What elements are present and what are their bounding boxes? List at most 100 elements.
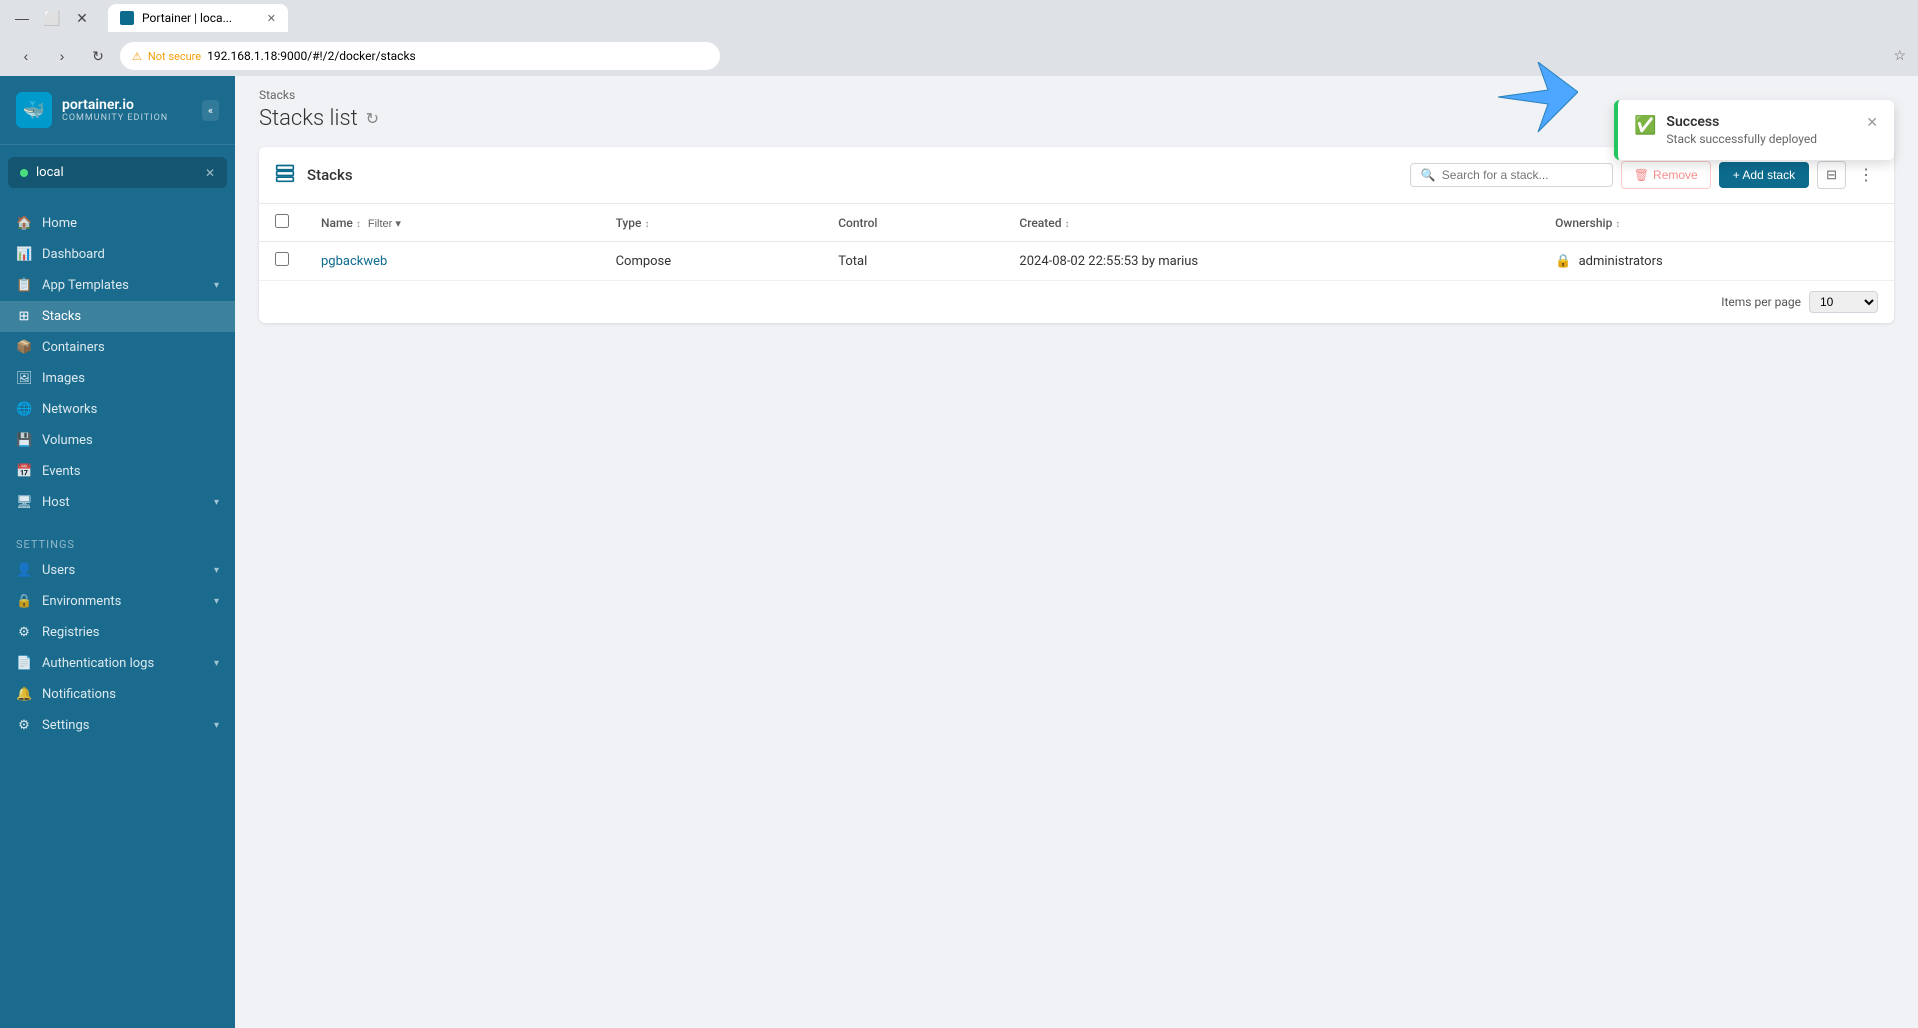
- sidebar-item-auth-logs[interactable]: 📄 Authentication logs ▾: [0, 648, 235, 679]
- col-ownership: Ownership ↕: [1539, 204, 1894, 242]
- sidebar-env-section: local ✕: [0, 145, 235, 200]
- sidebar-item-auth-logs-label: Authentication logs: [42, 656, 154, 671]
- table-row: pgbackweb Compose Total 2024-08-02 22:55…: [259, 242, 1894, 281]
- tab-title: Portainer | loca...: [142, 11, 232, 25]
- row-name-cell: pgbackweb: [305, 242, 600, 281]
- sidebar-item-containers[interactable]: 📦 Containers: [0, 332, 235, 363]
- card-actions: 🔍 🗑 Remove + Add stack ⊟: [1410, 161, 1878, 189]
- networks-icon: 🌐: [16, 402, 32, 417]
- col-type-label: Type: [616, 216, 642, 230]
- items-per-page-select[interactable]: 10 25 50 100: [1809, 291, 1878, 313]
- success-toast: ✅ Success Stack successfully deployed ✕: [1614, 100, 1894, 160]
- sidebar-collapse-btn[interactable]: «: [202, 100, 219, 121]
- app-layout: 🐳 portainer.io COMMUNITY EDITION « local…: [0, 76, 1918, 1028]
- env-name: local: [36, 165, 64, 180]
- items-per-page-label: Items per page: [1721, 295, 1801, 309]
- env-status-dot: [20, 169, 28, 177]
- name-sort-icon[interactable]: ↕: [356, 219, 361, 230]
- app-templates-chevron-icon: ▾: [214, 280, 219, 291]
- address-input-box[interactable]: ⚠ Not secure 192.168.1.18:9000/#!/2/dock…: [120, 42, 720, 70]
- arrow-svg: [1498, 62, 1578, 142]
- minimize-btn[interactable]: —: [8, 4, 36, 32]
- search-box[interactable]: 🔍: [1410, 163, 1613, 187]
- browser-controls: — ⬜ ✕: [8, 4, 96, 32]
- settings-section-label: Settings: [0, 526, 235, 555]
- select-all-checkbox[interactable]: [275, 214, 289, 228]
- forward-btn[interactable]: ›: [48, 42, 76, 70]
- columns-toggle-button[interactable]: ⊟: [1817, 161, 1846, 189]
- back-btn[interactable]: ‹: [12, 42, 40, 70]
- images-icon: 🖼: [16, 371, 32, 386]
- content-area: Stacks 🔍 🗑 Remove + Add stack: [235, 131, 1918, 339]
- close-btn[interactable]: ✕: [68, 4, 96, 32]
- sidebar-item-environments[interactable]: 🔒 Environments ▾: [0, 586, 235, 617]
- sidebar-item-images[interactable]: 🖼 Images: [0, 363, 235, 394]
- settings-chevron-icon: ▾: [214, 720, 219, 731]
- not-secure-icon: ⚠: [132, 50, 142, 63]
- sidebar-item-registries[interactable]: ⚙ Registries: [0, 617, 235, 648]
- sidebar-item-settings[interactable]: ⚙ Settings ▾: [0, 710, 235, 741]
- address-url: 192.168.1.18:9000/#!/2/docker/stacks: [207, 49, 416, 63]
- users-chevron-icon: ▾: [214, 565, 219, 576]
- toast-success-icon: ✅: [1634, 115, 1656, 136]
- table-head: Name ↕ Filter ▾ Type ↕ Control: [259, 204, 1894, 242]
- volumes-icon: 💾: [16, 433, 32, 448]
- bookmark-icon[interactable]: ☆: [1893, 48, 1906, 64]
- sidebar-item-home[interactable]: 🏠 Home: [0, 208, 235, 239]
- not-secure-label: Not secure: [148, 50, 201, 63]
- ownership-sort-icon[interactable]: ↕: [1615, 219, 1620, 230]
- sidebar-item-users[interactable]: 👤 Users ▾: [0, 555, 235, 586]
- remove-icon: 🗑: [1634, 168, 1649, 182]
- host-chevron-icon: ▾: [214, 497, 219, 508]
- add-stack-button[interactable]: + Add stack: [1719, 162, 1809, 188]
- row-control-cell: Total: [822, 242, 1003, 281]
- stack-name-link[interactable]: pgbackweb: [321, 254, 387, 269]
- dashboard-icon: 📊: [16, 247, 32, 262]
- containers-icon: 📦: [16, 340, 32, 355]
- toast-content: Success Stack successfully deployed: [1666, 114, 1856, 146]
- sidebar-item-events[interactable]: 📅 Events: [0, 456, 235, 487]
- more-options-button[interactable]: ⋮: [1854, 161, 1878, 189]
- notifications-icon: 🔔: [16, 687, 32, 702]
- env-close-icon[interactable]: ✕: [205, 166, 215, 180]
- home-icon: 🏠: [16, 216, 32, 231]
- address-bar: ‹ › ↻ ⚠ Not secure 192.168.1.18:9000/#!/…: [0, 36, 1918, 76]
- col-created-label: Created: [1019, 216, 1061, 230]
- stacks-table: Name ↕ Filter ▾ Type ↕ Control: [259, 204, 1894, 281]
- sidebar-env-item[interactable]: local ✕: [8, 157, 227, 188]
- tab-favicon: [120, 11, 134, 25]
- remove-button[interactable]: 🗑 Remove: [1621, 161, 1711, 189]
- sidebar-item-settings-label: Settings: [42, 718, 89, 733]
- toast-close-button[interactable]: ✕: [1866, 114, 1878, 131]
- sidebar-item-stacks[interactable]: ⊞ Stacks: [0, 301, 235, 332]
- sidebar-item-environments-label: Environments: [42, 594, 121, 609]
- tab-close-icon[interactable]: ✕: [267, 12, 276, 25]
- sidebar-item-host[interactable]: 🖥 Host ▾: [0, 487, 235, 518]
- sidebar-item-notifications[interactable]: 🔔 Notifications: [0, 679, 235, 710]
- stacks-icon: ⊞: [16, 309, 32, 324]
- more-icon: ⋮: [1858, 167, 1874, 184]
- sidebar-item-dashboard-label: Dashboard: [42, 247, 105, 262]
- search-input[interactable]: [1442, 168, 1602, 182]
- name-filter-btn[interactable]: Filter ▾: [364, 217, 405, 230]
- refresh-btn[interactable]: ↻: [84, 42, 112, 70]
- maximize-btn[interactable]: ⬜: [38, 4, 66, 32]
- ownership-icon: 🔒: [1555, 254, 1571, 269]
- sidebar-item-volumes[interactable]: 💾 Volumes: [0, 425, 235, 456]
- refresh-icon[interactable]: ↻: [366, 109, 379, 128]
- select-all-header: [259, 204, 305, 242]
- sidebar-item-networks[interactable]: 🌐 Networks: [0, 394, 235, 425]
- environments-chevron-icon: ▾: [214, 596, 219, 607]
- settings-section: Settings 👤 Users ▾ 🔒 Environments ▾ ⚙ Re…: [0, 526, 235, 741]
- stack-control: Total: [838, 254, 867, 269]
- sidebar-item-dashboard[interactable]: 📊 Dashboard: [0, 239, 235, 270]
- browser-tab[interactable]: Portainer | loca... ✕: [108, 4, 288, 32]
- browser-chrome: — ⬜ ✕ Portainer | loca... ✕: [0, 0, 1918, 36]
- created-sort-icon[interactable]: ↕: [1064, 219, 1069, 230]
- sidebar-item-registries-label: Registries: [42, 625, 100, 640]
- row-checkbox[interactable]: [275, 252, 289, 266]
- sidebar-item-app-templates[interactable]: 📋 App Templates ▾: [0, 270, 235, 301]
- sidebar-item-home-label: Home: [42, 216, 77, 231]
- row-type-cell: Compose: [600, 242, 823, 281]
- type-sort-icon[interactable]: ↕: [644, 219, 649, 230]
